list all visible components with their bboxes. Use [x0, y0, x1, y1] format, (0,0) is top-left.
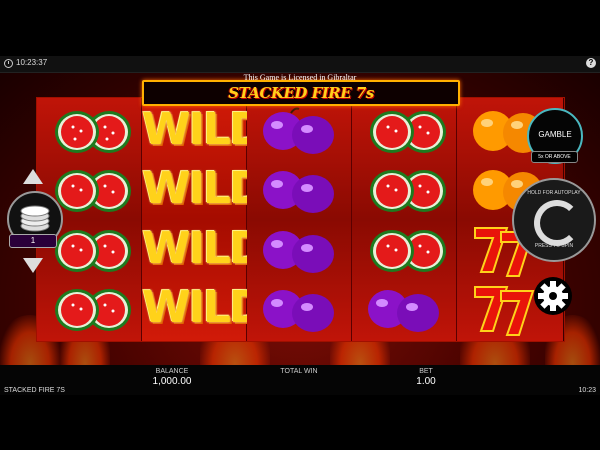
- game-name: STACKED FIRE 7S: [4, 387, 65, 394]
- reel-grid: WILD WILD WILD WILD: [36, 97, 565, 342]
- plum-icon: [263, 107, 334, 154]
- game-logo: STACKED FIRE 7s: [142, 80, 460, 106]
- wild-label: WILD: [142, 163, 265, 214]
- settings-button[interactable]: [534, 277, 572, 315]
- plum-icon: [263, 290, 334, 332]
- total-win-label: TOTAL WIN: [280, 368, 318, 375]
- watermelon-icon: [370, 230, 446, 272]
- bet-value: 1.00: [416, 376, 436, 387]
- wild-symbol: WILD: [142, 279, 265, 337]
- spin-hint: PRESS TO SPIN: [534, 243, 574, 249]
- wild-label: WILD: [142, 223, 265, 274]
- plum-icon: [368, 290, 439, 332]
- license-text: This Game is Licensed in Gibraltar: [243, 73, 357, 82]
- gear-icon: [538, 281, 568, 311]
- gamble-subtext: 5x OR ABOVE: [531, 151, 578, 163]
- autoplay-hint: HOLD FOR AUTOPLAY: [527, 190, 581, 196]
- status-bar: 10:23:37 ?: [0, 56, 600, 73]
- footer-time: 10:23: [578, 387, 596, 394]
- plum-icon: [263, 171, 334, 213]
- wild-symbol: WILD: [142, 101, 265, 159]
- help-icon[interactable]: ?: [586, 58, 596, 68]
- wild-symbol: WILD: [142, 160, 265, 218]
- status-time: 10:23:37: [16, 58, 48, 67]
- bet-label: BET: [419, 368, 433, 375]
- watermelon-icon: [55, 111, 131, 153]
- bet-decrease-button[interactable]: [23, 258, 43, 273]
- spin-button[interactable]: HOLD FOR AUTOPLAY PRESS TO SPIN: [512, 178, 596, 262]
- wild-symbol: WILD: [142, 220, 265, 278]
- bet-increase-button[interactable]: [23, 169, 43, 184]
- clock-icon: [4, 59, 13, 68]
- watermelon-icon: [55, 289, 131, 331]
- plum-icon: [263, 231, 334, 273]
- balance-label: BALANCE: [155, 368, 189, 375]
- reel-3: [247, 98, 352, 341]
- wild-label: WILD: [142, 104, 265, 155]
- gamble-label: GAMBLE: [538, 130, 572, 139]
- reel-2: WILD WILD WILD WILD: [142, 98, 265, 341]
- spin-icon: [534, 200, 580, 246]
- watermelon-icon: [370, 170, 446, 212]
- reel-4: [352, 98, 457, 341]
- logo-text: STACKED FIRE 7s: [228, 84, 374, 102]
- footer-bar: BALANCE 1,000.00 TOTAL WIN BET 1.00 STAC…: [0, 365, 600, 395]
- balance-value: 1,000.00: [152, 376, 192, 387]
- wild-label: WILD: [142, 282, 265, 333]
- bet-level-display: 1: [9, 234, 57, 248]
- watermelon-icon: [370, 111, 446, 153]
